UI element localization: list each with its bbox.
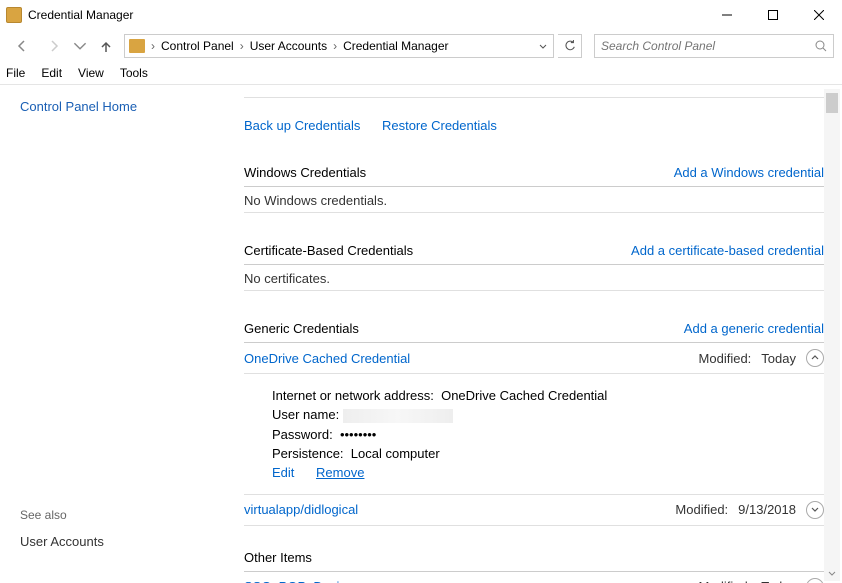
empty-windows-credentials: No Windows credentials. [244,187,824,213]
control-panel-home-link[interactable]: Control Panel Home [20,99,220,114]
forward-button[interactable] [40,32,68,60]
remove-credential-link[interactable]: Remove [316,465,364,480]
window-title: Credential Manager [28,8,133,22]
titlebar: Credential Manager [0,0,842,30]
section-header-windows: Windows Credentials Add a Windows creden… [244,163,824,187]
breadcrumb[interactable]: › Control Panel › User Accounts › Creden… [124,34,554,58]
section-header-other: Other Items [244,548,824,572]
refresh-button[interactable] [558,34,582,58]
search-icon [815,40,827,52]
top-actions: Back up Credentials Restore Credentials [244,118,824,133]
section-title: Generic Credentials [244,321,359,336]
edit-credential-link[interactable]: Edit [272,465,294,480]
credential-row-onedrive[interactable]: OneDrive Cached Credential Modified: Tod… [244,343,824,374]
password-value: •••••••• [340,427,376,442]
up-button[interactable] [92,32,120,60]
menu-view[interactable]: View [78,66,104,80]
credential-row-virtualapp[interactable]: virtualapp/didlogical Modified: 9/13/201… [244,495,824,526]
breadcrumb-item[interactable]: Control Panel [159,39,236,53]
chevron-right-icon[interactable]: › [238,39,246,53]
address-label: Internet or network address: [272,388,434,403]
menu-bar: File Edit View Tools [0,62,842,84]
expand-button[interactable] [806,578,824,583]
window-controls [704,0,842,30]
main-area: Control Panel Home See also User Account… [0,84,842,583]
modified-value: Today [761,579,796,583]
modified-label: Modified: [699,579,752,583]
address-bar: › Control Panel › User Accounts › Creden… [0,30,842,62]
search-box[interactable] [594,34,834,58]
credential-row-sso-pop[interactable]: SSO_POP_Device Modified: Today [244,572,824,583]
collapse-button[interactable] [806,349,824,367]
restore-credentials-link[interactable]: Restore Credentials [382,118,497,133]
section-header-cert: Certificate-Based Credentials Add a cert… [244,241,824,265]
sidebar: Control Panel Home See also User Account… [0,85,240,583]
section-header-generic: Generic Credentials Add a generic creden… [244,319,824,343]
back-button[interactable] [8,32,36,60]
address-value: OneDrive Cached Credential [441,388,607,403]
menu-edit[interactable]: Edit [41,66,62,80]
add-generic-credential-link[interactable]: Add a generic credential [684,321,824,336]
modified-value: Today [761,351,796,366]
credential-name[interactable]: virtualapp/didlogical [244,502,358,517]
persistence-value: Local computer [351,446,440,461]
vertical-scrollbar[interactable] [824,89,840,581]
breadcrumb-item[interactable]: User Accounts [248,39,329,53]
section-title: Other Items [244,550,312,565]
chevron-right-icon[interactable]: › [331,39,339,53]
see-also-heading: See also [20,508,220,522]
credential-name[interactable]: OneDrive Cached Credential [244,351,410,366]
scroll-down-button[interactable] [824,565,840,581]
section-title: Windows Credentials [244,165,366,180]
maximize-button[interactable] [750,0,796,30]
chevron-right-icon[interactable]: › [149,39,157,53]
minimize-button[interactable] [704,0,750,30]
add-cert-credential-link[interactable]: Add a certificate-based credential [631,243,824,258]
folder-icon [129,39,145,53]
username-label: User name: [272,407,339,422]
scrollbar-thumb[interactable] [826,93,838,113]
app-icon [6,7,22,23]
add-windows-credential-link[interactable]: Add a Windows credential [674,165,824,180]
recent-dropdown[interactable] [72,32,88,60]
search-input[interactable] [601,39,815,53]
username-value [343,409,453,423]
expand-button[interactable] [806,501,824,519]
menu-tools[interactable]: Tools [120,66,148,80]
empty-cert-credentials: No certificates. [244,265,824,291]
breadcrumb-dropdown[interactable] [537,35,549,57]
credential-name[interactable]: SSO_POP_Device [244,579,353,583]
password-label: Password: [272,427,333,442]
user-accounts-link[interactable]: User Accounts [20,534,220,549]
persistence-label: Persistence: [272,446,344,461]
modified-label: Modified: [675,502,728,517]
close-button[interactable] [796,0,842,30]
section-title: Certificate-Based Credentials [244,243,413,258]
modified-label: Modified: [699,351,752,366]
credential-detail-onedrive: Internet or network address: OneDrive Ca… [244,374,824,495]
backup-credentials-link[interactable]: Back up Credentials [244,118,360,133]
content: Back up Credentials Restore Credentials … [240,85,842,583]
breadcrumb-item[interactable]: Credential Manager [341,39,450,53]
menu-file[interactable]: File [6,66,25,80]
modified-value: 9/13/2018 [738,502,796,517]
